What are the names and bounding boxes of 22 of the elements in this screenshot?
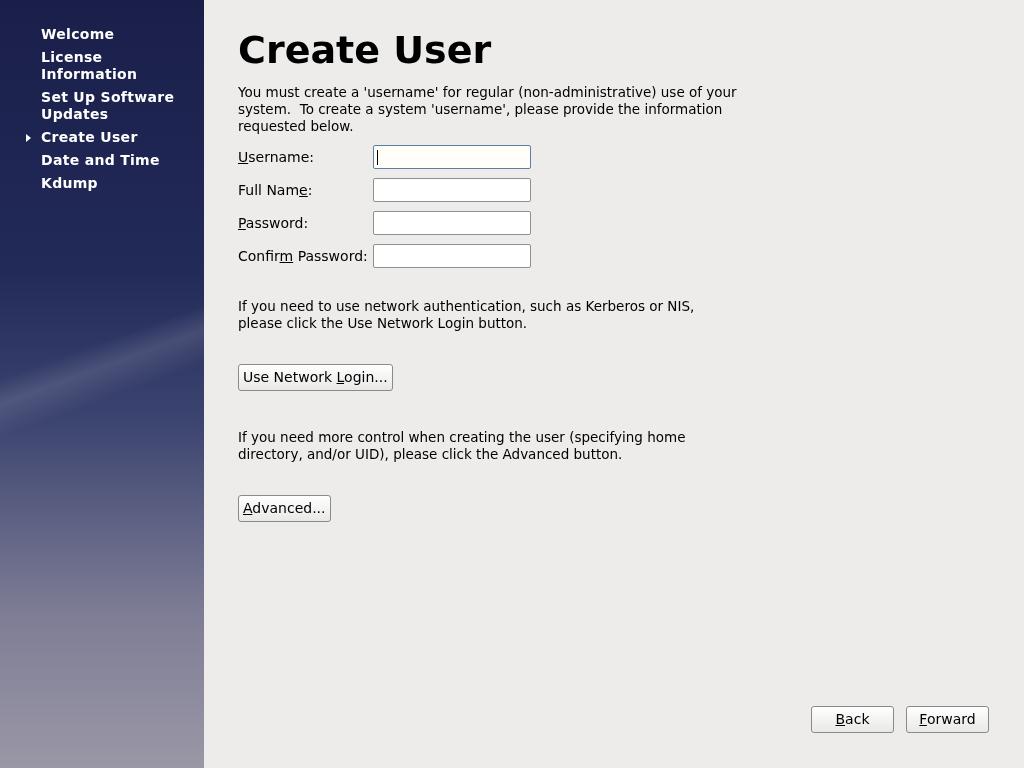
back-button[interactable]: Back xyxy=(811,706,894,733)
intro-text: You must create a 'username' for regular (non-administrative) use of your system. To create a system 'username', please provide the information requested below. xyxy=(238,84,738,135)
field-label: Confirm Password: xyxy=(238,247,369,265)
sidebar-item: License Information xyxy=(41,49,139,83)
field-label: Username: xyxy=(238,148,316,166)
page-title: Create User xyxy=(238,27,493,74)
input-field[interactable] xyxy=(373,244,531,268)
input-field[interactable] xyxy=(373,145,531,169)
network-login-button[interactable]: Use Network Login... xyxy=(238,364,393,391)
sidebar-item: Create User xyxy=(41,129,138,146)
sidebar-item: Set Up Software Updates xyxy=(41,89,176,123)
sidebar-item: Welcome xyxy=(41,26,115,43)
network-note: If you need to use network authentication, such as Kerberos or NIS, please click the Use Network Login button. xyxy=(238,298,696,332)
input-field[interactable] xyxy=(373,211,531,235)
field-label: Password: xyxy=(238,214,310,232)
forward-button[interactable]: Forward xyxy=(906,706,989,733)
advanced-button[interactable]: Advanced... xyxy=(238,495,331,522)
input-field[interactable] xyxy=(373,178,531,202)
field-label: Full Name: xyxy=(238,181,314,199)
sidebar-item: Kdump xyxy=(41,175,98,192)
advanced-note: If you need more control when creating the user (specifying home directory, and/or UID), please click the Advanced button. xyxy=(238,429,687,463)
sidebar-item: Date and Time xyxy=(41,152,160,169)
